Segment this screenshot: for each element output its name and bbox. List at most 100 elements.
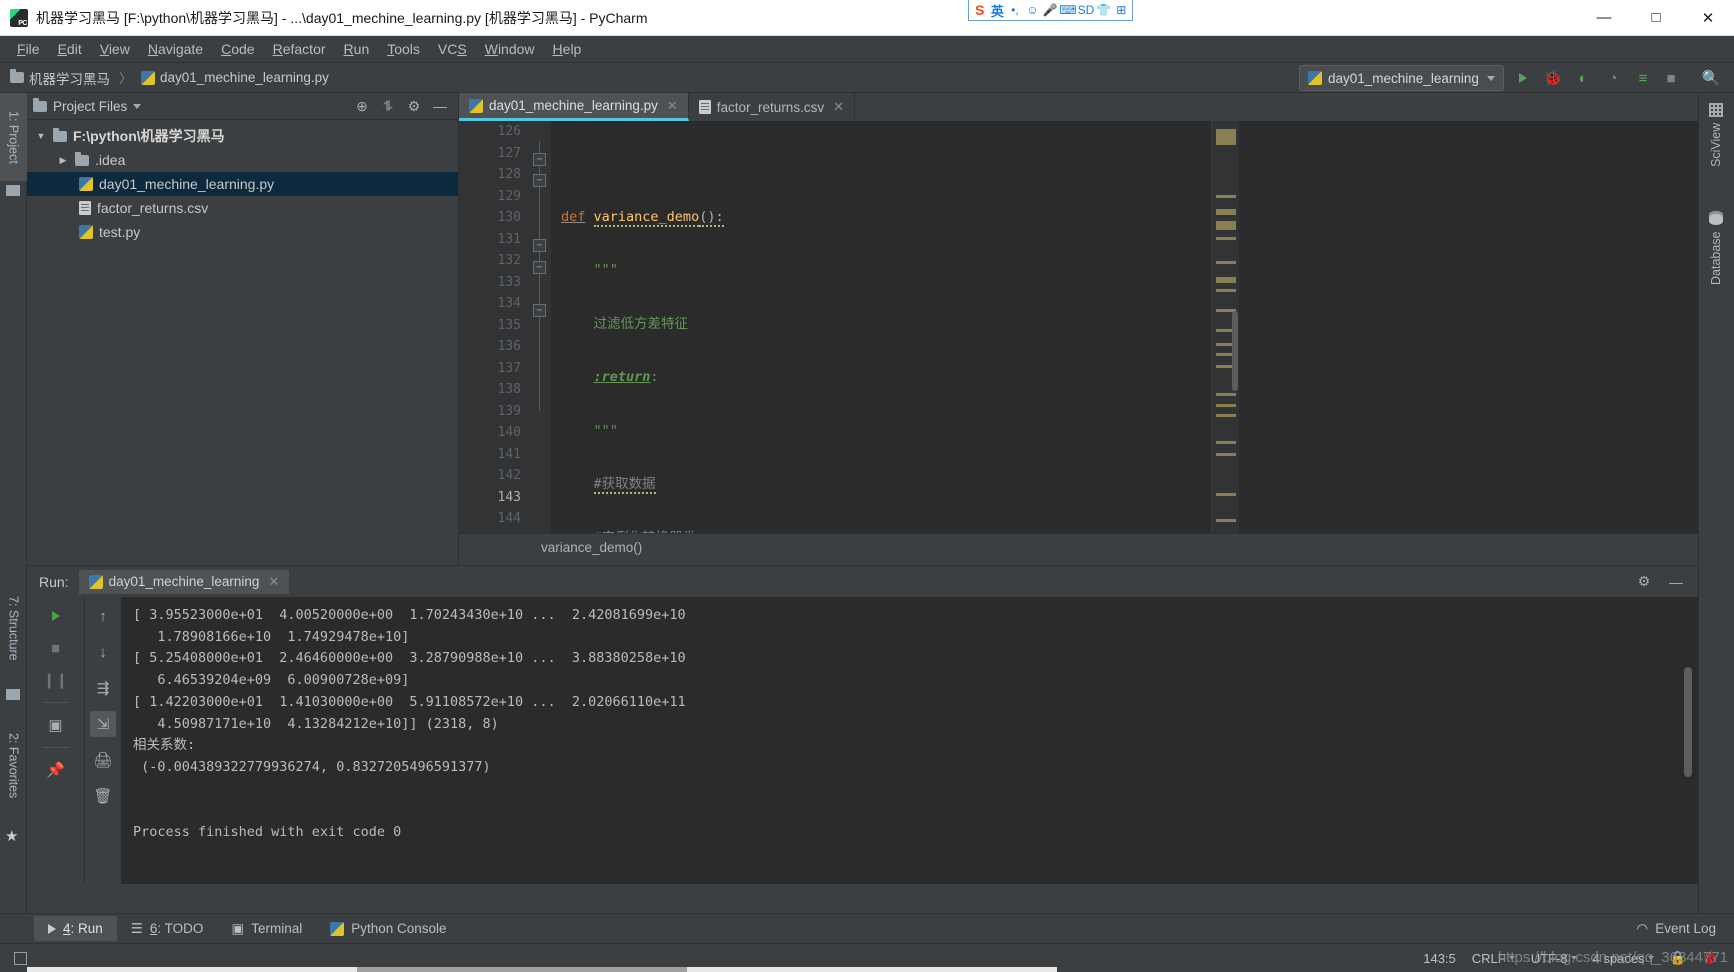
run-with-console-button[interactable]: ≡ <box>1630 65 1656 91</box>
gear-icon[interactable]: ⚙ <box>1636 573 1652 590</box>
code-editor[interactable]: 126 127 128 129 130 131 132 133 134 135 … <box>459 121 1698 533</box>
ime-emoji-icon[interactable]: ☺ <box>1025 2 1041 18</box>
bottom-item-python-console[interactable]: Python Console <box>316 916 460 941</box>
close-icon[interactable]: ✕ <box>268 574 279 590</box>
tree-node-test-py[interactable]: test.py <box>27 220 458 244</box>
up-arrow-button[interactable]: ↑ <box>90 603 116 629</box>
code-text[interactable]: def variance_demo(): """ 过滤低方差特征 :return… <box>551 121 1698 533</box>
search-everywhere-icon[interactable]: 🔍 <box>1698 65 1724 91</box>
fold-docstring-icon[interactable]: − <box>533 174 546 187</box>
debug-button[interactable]: 🐞 <box>1540 65 1566 91</box>
sidebar-item-favorites[interactable]: 2: Favorites <box>0 711 27 821</box>
coverage-button[interactable]: ◐ <box>1570 65 1596 91</box>
tree-node-factor-returns-csv[interactable]: factor_returns.csv <box>27 196 458 220</box>
horizontal-scrollbar-thumb[interactable] <box>357 967 687 972</box>
fold-block-icon[interactable]: − <box>533 304 546 317</box>
ime-language-icon[interactable]: 英 <box>990 2 1006 19</box>
horizontal-scrollbar[interactable] <box>27 967 1057 972</box>
sogou-logo-icon[interactable]: S <box>972 2 988 18</box>
down-arrow-button[interactable]: ↓ <box>90 639 116 665</box>
sidebar-item-database[interactable]: Database <box>1698 205 1734 335</box>
close-icon[interactable]: ✕ <box>667 98 678 114</box>
editor-scrollbar-thumb[interactable] <box>1232 311 1238 391</box>
toggle-toolbars-icon[interactable] <box>14 951 27 965</box>
chevron-right-icon[interactable]: ▶ <box>57 155 69 166</box>
ime-punctuation-icon[interactable]: •, <box>1007 2 1023 18</box>
terminal-icon: ▣ <box>231 920 245 936</box>
menu-window[interactable]: Window <box>476 38 544 60</box>
ime-apps-icon[interactable]: ⊞ <box>1113 2 1129 18</box>
profile-button[interactable]: ◔ <box>1600 65 1626 91</box>
close-button[interactable]: ✕ <box>1682 0 1734 36</box>
pin-tab-button[interactable]: 📌 <box>43 757 69 783</box>
ime-keyboard-icon[interactable]: ⌨ <box>1059 2 1076 18</box>
print-button[interactable]: 🖨 <box>90 747 116 773</box>
sidebar-item-structure[interactable]: 7: Structure <box>0 573 27 683</box>
sidebar-item-project[interactable]: 1: Project <box>0 93 27 181</box>
hide-panel-icon[interactable]: — <box>1668 574 1684 590</box>
maximize-button[interactable]: □ <box>1630 0 1682 36</box>
gear-icon[interactable]: ⚙ <box>406 98 422 114</box>
collapse-all-icon[interactable]: ⥮ <box>380 98 396 114</box>
menu-edit[interactable]: Edit <box>49 38 91 60</box>
run-toolbar-primary: ■ ❙❙ ▣ 📌 <box>27 597 85 884</box>
tree-node-idea[interactable]: ▶ .idea <box>27 148 458 172</box>
run-button[interactable] <box>1510 65 1536 91</box>
bottom-item-todo[interactable]: ☰ 6: TODO <box>117 916 218 942</box>
tree-node-root[interactable]: ▼ F:\python\机器学习黑马 <box>27 124 458 148</box>
bottom-item-run[interactable]: 4: Run <box>34 916 117 941</box>
breadcrumb-project[interactable]: 机器学习黑马 <box>29 68 110 88</box>
menu-vcs[interactable]: VCS <box>429 38 476 60</box>
editor-structure-breadcrumb[interactable]: variance_demo() <box>459 533 1698 561</box>
bottom-item-terminal[interactable]: ▣ Terminal <box>217 916 316 942</box>
console-scrollbar-thumb[interactable] <box>1684 667 1692 777</box>
structure-icon <box>6 689 20 700</box>
hide-panel-icon[interactable]: — <box>432 98 448 114</box>
menu-help[interactable]: Help <box>544 38 591 60</box>
chevron-down-icon[interactable] <box>133 103 142 109</box>
menu-file[interactable]: File <box>8 38 49 60</box>
editor-marker-strip[interactable] <box>1211 121 1239 533</box>
restore-layout-button[interactable]: ▣ <box>43 712 69 738</box>
event-log-button[interactable]: ◠ Event Log <box>1636 921 1734 937</box>
stop-button[interactable]: ■ <box>1658 65 1684 91</box>
menu-view[interactable]: View <box>91 38 139 60</box>
soft-wrap-button[interactable]: ⇶ <box>90 675 116 701</box>
minimize-button[interactable]: — <box>1578 0 1630 36</box>
event-log-icon: ◠ <box>1636 920 1649 936</box>
scroll-to-end-button[interactable]: ⇲ <box>90 711 116 737</box>
run-console-output[interactable]: [ 3.95523000e+01 4.00520000e+00 1.702434… <box>121 597 1698 884</box>
menu-run[interactable]: Run <box>335 38 379 60</box>
tab-day01-mechine-learning-py[interactable]: day01_mechine_learning.py ✕ <box>459 93 689 121</box>
tab-factor-returns-csv[interactable]: factor_returns.csv ✕ <box>689 93 855 121</box>
ime-toolbar[interactable]: S 英 •, ☺ 🎤 ⌨ SD 👕 ⊞ <box>968 0 1133 21</box>
run-session-tab[interactable]: day01_mechine_learning ✕ <box>78 569 290 594</box>
run-configuration-selector[interactable]: day01_mechine_learning <box>1299 65 1504 91</box>
tree-node-day01-py[interactable]: day01_mechine_learning.py <box>27 172 458 196</box>
menu-navigate[interactable]: Navigate <box>139 38 212 60</box>
line-number: 142 <box>497 468 521 483</box>
menu-refactor[interactable]: Refactor <box>264 38 335 60</box>
breadcrumb[interactable]: 机器学习黑马 〉 day01_mechine_learning.py <box>10 68 329 88</box>
close-icon[interactable]: ✕ <box>833 99 844 115</box>
rerun-button[interactable] <box>43 603 69 629</box>
breadcrumb-file[interactable]: day01_mechine_learning.py <box>160 70 329 85</box>
scroll-from-source-icon[interactable]: ⊕ <box>354 98 370 114</box>
ime-sd-icon[interactable]: SD <box>1078 2 1095 18</box>
python-file-icon <box>79 225 93 239</box>
fold-comment-icon[interactable]: − <box>533 261 546 274</box>
menu-tools[interactable]: Tools <box>378 38 429 60</box>
fold-docstring-end-icon[interactable]: − <box>533 239 546 252</box>
pause-button[interactable]: ❙❙ <box>43 667 69 693</box>
ime-microphone-icon[interactable]: 🎤 <box>1042 2 1058 18</box>
sidebar-item-sciview[interactable]: SciView <box>1698 97 1734 197</box>
code-folding-column[interactable]: − − − − − <box>529 121 551 533</box>
bottom-item-label: Python Console <box>351 921 447 936</box>
caret-position[interactable]: 143:5 <box>1423 951 1456 966</box>
stop-button[interactable]: ■ <box>43 635 69 661</box>
ime-skin-icon[interactable]: 👕 <box>1096 2 1112 18</box>
clear-all-button[interactable]: 🗑 <box>90 783 116 809</box>
fold-def-icon[interactable]: − <box>533 153 546 166</box>
chevron-down-icon[interactable]: ▼ <box>35 131 47 141</box>
menu-code[interactable]: Code <box>212 38 263 60</box>
